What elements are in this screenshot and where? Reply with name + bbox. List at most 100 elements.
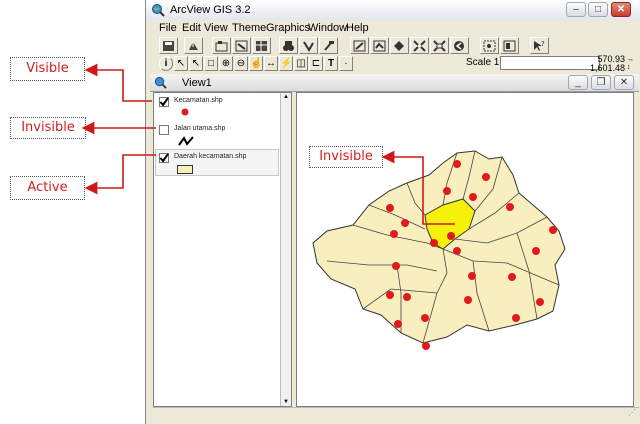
- view-globe-icon: [154, 76, 167, 89]
- button-bar: ?: [146, 36, 640, 56]
- zoom-out-tool[interactable]: ⊖: [234, 56, 248, 71]
- zigzag-line-icon: [178, 136, 194, 146]
- annotation-active: Active: [10, 176, 85, 200]
- draw-point-tool[interactable]: ·: [339, 56, 353, 71]
- point: [453, 247, 461, 255]
- open-table-button[interactable]: [252, 37, 271, 54]
- pointer-tool[interactable]: ↖: [174, 56, 188, 71]
- zoom-out-button[interactable]: [430, 37, 449, 54]
- point: [392, 262, 400, 270]
- full-extent-icon: [353, 40, 366, 52]
- menu-graphics[interactable]: Graphics: [266, 22, 310, 34]
- arcview-window: ArcView GIS 3.2 – □ ✕ File Edit View The…: [145, 0, 640, 424]
- zoom-active-themes-button[interactable]: [370, 37, 389, 54]
- district-map[interactable]: [297, 93, 633, 406]
- close-button[interactable]: ✕: [611, 2, 631, 17]
- coordinate-y: 1,601.48: [589, 63, 625, 73]
- legend-label-kecamatan: Kecamatan.shp: [174, 97, 223, 104]
- zoom-selected-button[interactable]: [390, 37, 409, 54]
- locate-button[interactable]: [299, 37, 318, 54]
- polygon-fill-symbol: [177, 165, 193, 174]
- hotlink-tool[interactable]: ⚡: [279, 56, 293, 71]
- help-button[interactable]: ?: [530, 37, 549, 54]
- point: [469, 193, 477, 201]
- maximize-button[interactable]: □: [588, 2, 608, 17]
- view-minimize-button[interactable]: _: [568, 75, 588, 90]
- zoom-previous-icon: [454, 41, 464, 51]
- point: [394, 320, 402, 328]
- menu-theme[interactable]: Theme: [232, 22, 266, 34]
- red-point-symbol: [181, 108, 189, 116]
- annotation-invisible-map: Invisible: [309, 146, 383, 168]
- layout-button[interactable]: [500, 37, 519, 54]
- point: [401, 219, 409, 227]
- legend-label-daerah-kecamatan: Daerah kecamatan.shp: [174, 153, 247, 160]
- zoom-in-button[interactable]: [410, 37, 429, 54]
- select-features-button[interactable]: [480, 37, 499, 54]
- table-of-contents: Kecamatan.shp Jalan utama.shp Daerah kec…: [153, 92, 292, 407]
- point: [447, 232, 455, 240]
- menu-window[interactable]: Window: [308, 22, 347, 34]
- table-icon: [256, 41, 267, 51]
- menu-edit[interactable]: Edit: [182, 22, 201, 34]
- zoom-full-extent-button[interactable]: [350, 37, 369, 54]
- menu-file[interactable]: File: [159, 22, 177, 34]
- scroll-up-arrow-icon[interactable]: ▲: [281, 93, 291, 101]
- zoom-in-tool[interactable]: ⊕: [219, 56, 233, 71]
- text-tool[interactable]: T: [324, 56, 338, 71]
- map-display[interactable]: [296, 92, 634, 407]
- point: [536, 298, 544, 306]
- theme-properties-button[interactable]: [212, 37, 231, 54]
- query-builder-button[interactable]: [319, 37, 338, 54]
- point: [512, 314, 520, 322]
- area-of-interest-tool[interactable]: ◫: [294, 56, 308, 71]
- resize-grip-icon[interactable]: ⋰: [628, 408, 636, 417]
- empty-checkbox-icon[interactable]: [159, 125, 169, 135]
- minimize-button[interactable]: –: [566, 2, 586, 17]
- point: [403, 293, 411, 301]
- window-title: ArcView GIS 3.2: [170, 4, 251, 16]
- zoom-out-arrows-icon: [433, 40, 446, 52]
- point: [386, 204, 394, 212]
- menu-bar: File Edit View Theme Graphics Window Hel…: [146, 20, 640, 36]
- legend-icon: [235, 40, 248, 52]
- active-themes-icon: [373, 40, 386, 52]
- horizontal-scrollbar[interactable]: ⋰: [153, 407, 639, 421]
- view-title-bar: View1 _ ❐ ✕: [150, 74, 639, 92]
- checkmark-icon[interactable]: [159, 153, 169, 163]
- zoom-selected-icon: [394, 41, 404, 51]
- toc-scrollbar[interactable]: ▲ ▼: [280, 93, 291, 406]
- annotation-visible: Visible: [10, 57, 85, 81]
- point: [430, 239, 438, 247]
- coordinate-readout: 570.93 1,601.48: [581, 55, 625, 73]
- legend-label-jalan-utama: Jalan utama.shp: [174, 125, 226, 132]
- edit-legend-button[interactable]: [232, 37, 251, 54]
- select-feature-tool[interactable]: □: [204, 56, 218, 71]
- pan-tool[interactable]: ☝: [249, 56, 263, 71]
- point: [482, 173, 490, 181]
- menu-view[interactable]: View: [204, 22, 228, 34]
- point: [421, 314, 429, 322]
- measure-tool[interactable]: ↔: [264, 56, 278, 71]
- vertex-edit-tool[interactable]: ↖: [189, 56, 203, 71]
- save-button[interactable]: [159, 37, 178, 54]
- menu-help[interactable]: Help: [346, 22, 369, 34]
- view-restore-button[interactable]: ❐: [591, 75, 611, 90]
- visible-arrow: [84, 63, 152, 102]
- point: [422, 342, 430, 350]
- scale-label: Scale 1:: [466, 57, 503, 68]
- point: [443, 187, 451, 195]
- legend-item-kecamatan[interactable]: Kecamatan.shp: [156, 97, 278, 119]
- legend-item-jalan-utama[interactable]: Jalan utama.shp: [156, 125, 278, 147]
- scroll-down-arrow-icon[interactable]: ▼: [281, 398, 291, 406]
- identify-tool[interactable]: i: [159, 56, 173, 71]
- zoom-previous-button[interactable]: [450, 37, 469, 54]
- select-features-icon: [483, 40, 496, 52]
- find-button[interactable]: [279, 37, 298, 54]
- layout-icon: [503, 40, 516, 52]
- legend-item-daerah-kecamatan[interactable]: Daerah kecamatan.shp: [156, 153, 278, 175]
- label-tool[interactable]: ⊏: [309, 56, 323, 71]
- add-theme-button[interactable]: [184, 37, 203, 54]
- view-close-button[interactable]: ✕: [614, 75, 634, 90]
- checkmark-icon[interactable]: [159, 97, 169, 107]
